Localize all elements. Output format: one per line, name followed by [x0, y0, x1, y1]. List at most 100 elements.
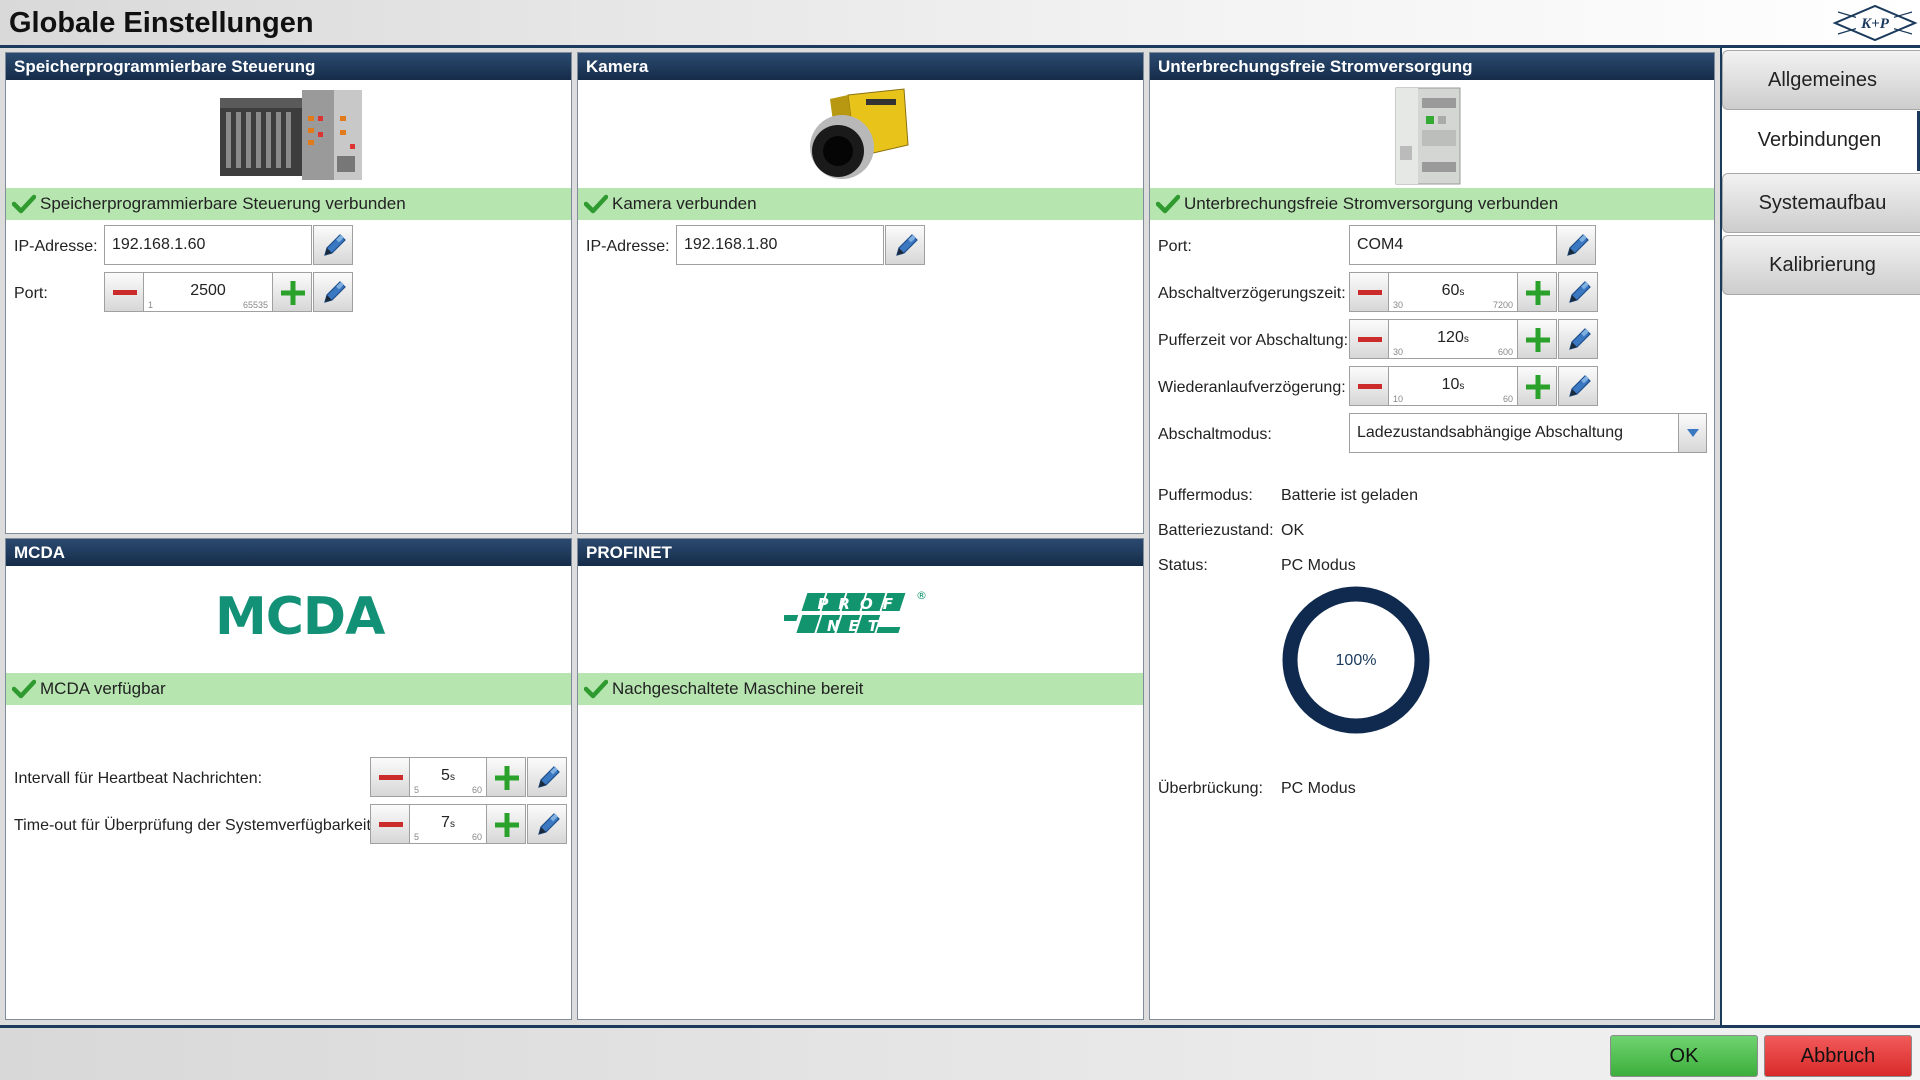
- ups-shutdown-delay-min: 30: [1393, 300, 1404, 310]
- ups-buffer-time-value-field[interactable]: 120s 30 600: [1389, 319, 1517, 359]
- chevron-down-icon[interactable]: [1678, 414, 1706, 452]
- plc-port-decrement-button[interactable]: [104, 272, 144, 312]
- ups-restart-delay-unit: s: [1459, 381, 1465, 392]
- ups-restart-delay-edit-button[interactable]: [1558, 366, 1598, 406]
- plc-port-label: Port:: [14, 285, 48, 302]
- tab-systemaufbau[interactable]: Systemaufbau: [1722, 173, 1920, 233]
- ups-restart-delay-value-field[interactable]: 10s 10 60: [1389, 366, 1517, 406]
- pencil-icon: [1563, 232, 1591, 260]
- ups-buffer-time-increment-button[interactable]: [1517, 319, 1557, 359]
- logo-text: K+P: [1860, 16, 1890, 32]
- ups-mode-select[interactable]: Ladezustandsabhängige Abschaltung: [1349, 413, 1707, 453]
- plus-icon: [1525, 280, 1551, 306]
- tab-kalibrierung[interactable]: Kalibrierung: [1722, 235, 1920, 295]
- plus-icon: [1525, 374, 1551, 400]
- ups-battery-label: Batteriezustand:: [1158, 522, 1274, 539]
- mcda-panel-title: MCDA: [6, 539, 571, 566]
- ups-buffer-time-label: Pufferzeit vor Abschaltung:: [1158, 332, 1349, 349]
- ups-buffer-time-unit: s: [1463, 334, 1469, 345]
- ups-buffer-time-stepper: 120s 30 600: [1349, 319, 1599, 359]
- plc-ip-edit-button[interactable]: [313, 225, 353, 265]
- plc-device-image: [220, 90, 362, 180]
- minus-icon: [1357, 374, 1383, 400]
- mcda-logo: MCDA: [215, 587, 385, 647]
- ups-panel-title: Unterbrechungsfreie Stromversorgung: [1150, 53, 1714, 80]
- mcda-timeout-max: 60: [471, 832, 482, 842]
- minus-icon: [1357, 280, 1383, 306]
- ups-restart-delay-increment-button[interactable]: [1517, 366, 1557, 406]
- mcda-timeout-unit: s: [449, 819, 455, 830]
- ups-battery-value: OK: [1281, 522, 1305, 539]
- camera-ip-edit-button[interactable]: [885, 225, 925, 265]
- plc-ip-field[interactable]: 192.168.1.60: [104, 225, 312, 265]
- plc-panel: Speicherprogrammierbare Steuerung Speich…: [5, 52, 572, 534]
- ups-bridging-label: Überbrückung:: [1158, 780, 1263, 797]
- check-icon: [584, 194, 608, 214]
- mcda-heartbeat-edit-button[interactable]: [527, 757, 567, 797]
- page-title: Globale Einstellungen: [9, 7, 314, 39]
- mcda-timeout-decrement-button[interactable]: [370, 804, 410, 844]
- mcda-heartbeat-value-field[interactable]: 5s 5 60: [410, 757, 486, 797]
- plus-icon: [494, 812, 520, 838]
- mcda-timeout-value: 7: [441, 814, 450, 831]
- plc-port-increment-button[interactable]: [272, 272, 312, 312]
- mcda-timeout-min: 5: [414, 832, 420, 842]
- plc-port-value-field[interactable]: 2500 1 65535: [144, 272, 272, 312]
- plc-status-text: Speicherprogrammierbare Steuerung verbun…: [40, 194, 406, 213]
- tab-verbindungen[interactable]: Verbindungen: [1722, 111, 1920, 171]
- mcda-heartbeat-increment-button[interactable]: [486, 757, 526, 797]
- footer-bar: OK Abbruch: [0, 1025, 1920, 1080]
- cancel-button[interactable]: Abbruch: [1764, 1035, 1912, 1077]
- ups-port-edit-button[interactable]: [1556, 225, 1596, 265]
- ups-buffer-time-min: 30: [1393, 347, 1404, 357]
- mcda-heartbeat-stepper: 5s 5 60: [370, 757, 570, 797]
- ups-shutdown-delay-max: 7200: [1492, 300, 1513, 310]
- pencil-icon: [1565, 279, 1593, 307]
- title-bar: Globale Einstellungen K+P: [0, 0, 1920, 48]
- ups-port-field[interactable]: COM4: [1349, 225, 1557, 265]
- pencil-icon: [320, 279, 348, 307]
- plc-port-edit-button[interactable]: [313, 272, 353, 312]
- ups-panel: Unterbrechungsfreie Stromversorgung Unte…: [1149, 52, 1715, 1020]
- ups-shutdown-delay-edit-button[interactable]: [1558, 272, 1598, 312]
- mcda-timeout-increment-button[interactable]: [486, 804, 526, 844]
- camera-ip-field[interactable]: 192.168.1.80: [676, 225, 884, 265]
- ups-shutdown-delay-decrement-button[interactable]: [1349, 272, 1389, 312]
- plus-icon: [1525, 327, 1551, 353]
- mcda-heartbeat-decrement-button[interactable]: [370, 757, 410, 797]
- pencil-icon: [320, 232, 348, 260]
- ok-button[interactable]: OK: [1610, 1035, 1758, 1077]
- mcda-heartbeat-label: Intervall für Heartbeat Nachrichten:: [14, 770, 263, 787]
- pencil-icon: [892, 232, 920, 260]
- camera-status-text: Kamera verbunden: [612, 194, 757, 213]
- battery-charge-ring: 100%: [1282, 586, 1430, 734]
- mcda-timeout-label: Time-out für Überprüfung der Systemverfü…: [14, 817, 376, 834]
- check-icon: [584, 679, 608, 699]
- ups-shutdown-delay-increment-button[interactable]: [1517, 272, 1557, 312]
- ups-status-label: Status:: [1158, 557, 1208, 574]
- tab-allgemeines[interactable]: Allgemeines: [1722, 50, 1920, 110]
- mcda-status-bar: MCDA verfügbar: [6, 673, 571, 705]
- ups-shutdown-delay-value-field[interactable]: 60s 30 7200: [1389, 272, 1517, 312]
- ups-device-image: [1395, 87, 1461, 185]
- mcda-heartbeat-value: 5: [441, 767, 450, 784]
- profinet-logo-bottom: NET: [827, 617, 887, 635]
- minus-icon: [1357, 327, 1383, 353]
- mcda-timeout-edit-button[interactable]: [527, 804, 567, 844]
- profinet-logo-mark: ®: [916, 589, 927, 602]
- mcda-heartbeat-min: 5: [414, 785, 420, 795]
- ups-buffer-time-decrement-button[interactable]: [1349, 319, 1389, 359]
- ups-restart-delay-decrement-button[interactable]: [1349, 366, 1389, 406]
- profinet-panel-title: PROFINET: [578, 539, 1143, 566]
- ups-restart-delay-min: 10: [1393, 394, 1404, 404]
- minus-icon: [112, 280, 138, 306]
- mcda-timeout-stepper: 7s 5 60: [370, 804, 570, 844]
- mcda-timeout-value-field[interactable]: 7s 5 60: [410, 804, 486, 844]
- plc-port-min: 1: [148, 300, 154, 310]
- ups-bridging-value: PC Modus: [1281, 780, 1356, 797]
- ups-shutdown-delay-value: 60: [1441, 282, 1460, 299]
- settings-tab-bar: Allgemeines Verbindungen Systemaufbau Ka…: [1720, 48, 1920, 1025]
- ups-buffer-time-edit-button[interactable]: [1558, 319, 1598, 359]
- ups-status-text: Unterbrechungsfreie Stromversorgung verb…: [1184, 194, 1559, 213]
- profinet-status-text: Nachgeschaltete Maschine bereit: [612, 679, 864, 698]
